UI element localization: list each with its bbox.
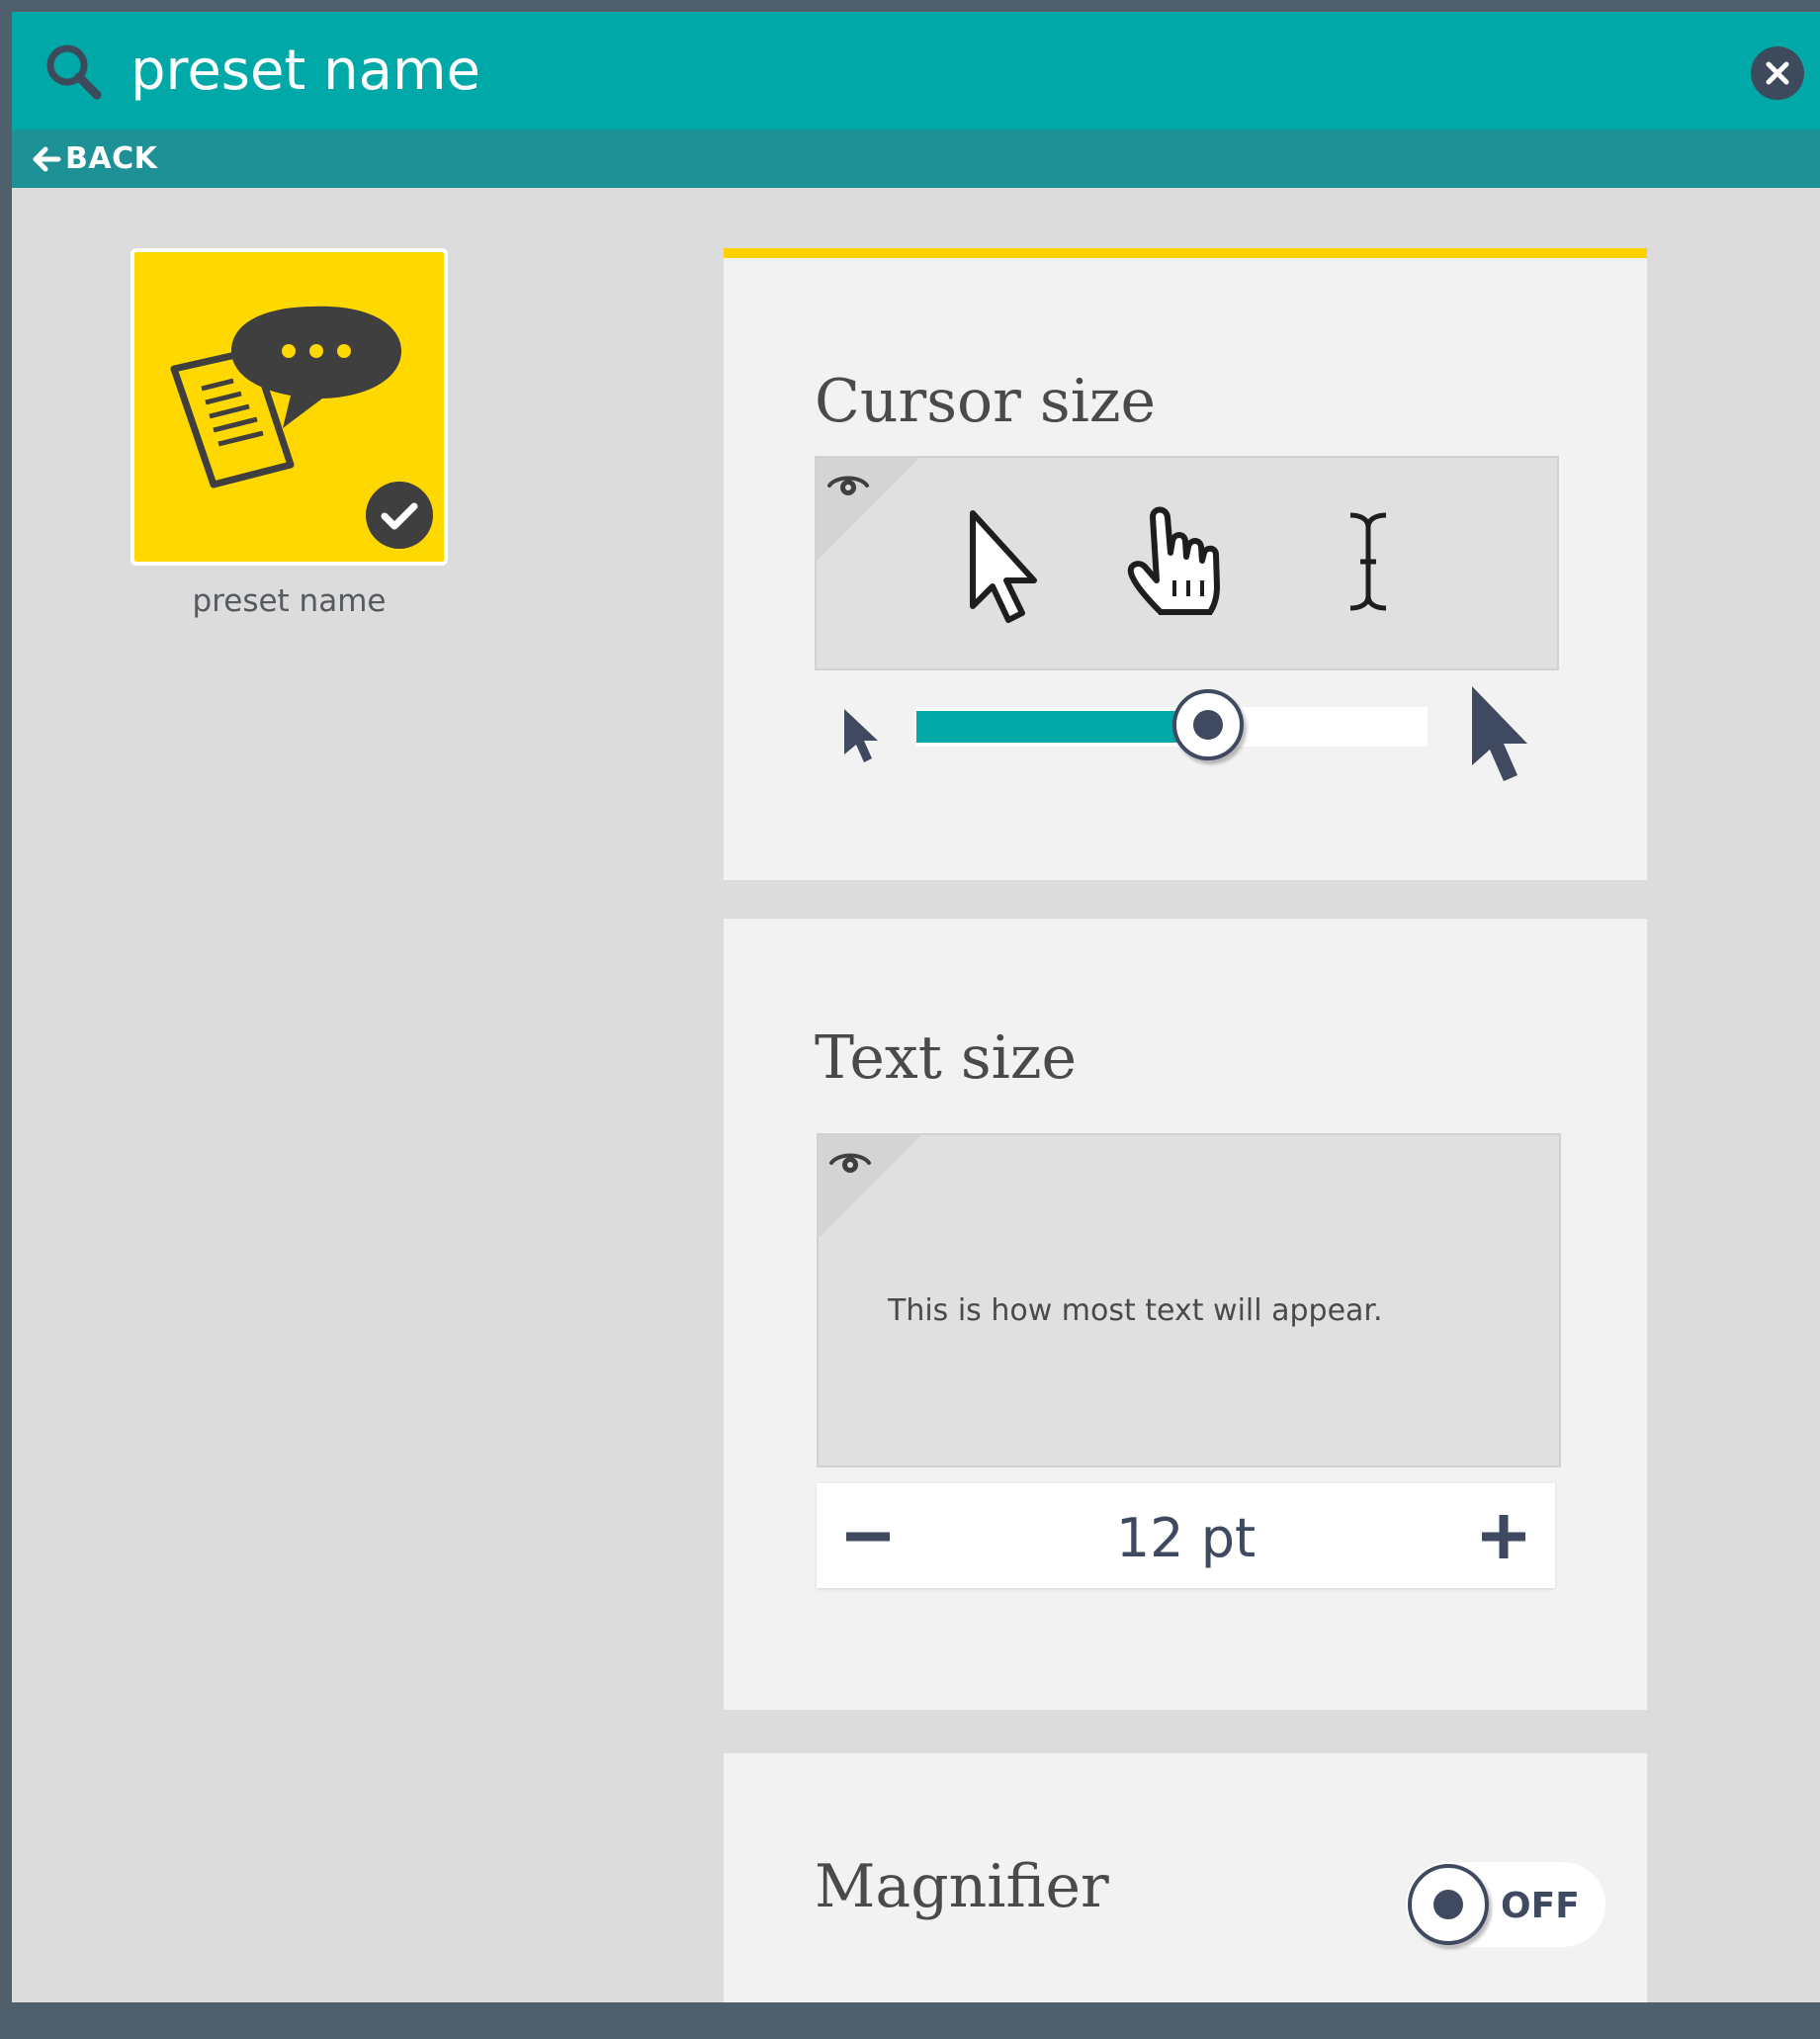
magnifier-title: Magnifier (815, 1852, 1109, 1921)
check-icon (366, 482, 433, 549)
preset-name: preset name (192, 583, 387, 619)
decrease-button[interactable] (840, 1509, 896, 1564)
eye-icon (827, 476, 869, 495)
clear-search-button[interactable] (1751, 46, 1804, 100)
magnifier-panel: Magnifier OFF (724, 1753, 1647, 2002)
cursor-size-slider[interactable] (916, 689, 1428, 760)
toggle-state-label: OFF (1501, 1886, 1580, 1926)
magnifier-toggle[interactable]: OFF (1406, 1862, 1605, 1947)
eye-icon (829, 1153, 871, 1173)
cursor-size-title: Cursor size (815, 367, 1156, 436)
text-size-title: Text size (815, 1023, 1077, 1093)
search-input[interactable] (130, 38, 1613, 103)
minus-icon (846, 1532, 890, 1542)
text-preview: This is how most text will appear. (817, 1133, 1561, 1467)
search-bar (12, 12, 1820, 130)
toggle-knob (1408, 1864, 1489, 1945)
text-size-value: 12 pt (1115, 1507, 1257, 1569)
small-cursor-icon (844, 709, 878, 762)
arrow-left-icon (33, 146, 61, 171)
search-icon (46, 44, 102, 100)
arrow-cursor-icon (970, 510, 1037, 623)
increase-button[interactable] (1476, 1509, 1531, 1564)
text-size-panel: Text size This is how most text will app… (724, 919, 1647, 1710)
slider-thumb[interactable] (1171, 689, 1244, 760)
cursor-size-panel: Cursor size (724, 248, 1647, 880)
preferences-window: BACK preset name Cursor size (12, 12, 1820, 2002)
plus-icon (1482, 1515, 1525, 1558)
slider-fill (916, 711, 1208, 743)
hand-cursor-icon (1127, 506, 1220, 615)
navigation-bar: BACK (12, 130, 1820, 188)
text-cursor-icon (1349, 512, 1387, 611)
preset-tile[interactable] (130, 248, 448, 566)
large-cursor-icon (1472, 686, 1527, 781)
cursor-preview (815, 456, 1559, 670)
sample-text: This is how most text will appear. (888, 1293, 1383, 1328)
close-icon (1766, 61, 1789, 85)
text-size-stepper: 12 pt (817, 1483, 1555, 1588)
back-button[interactable]: BACK (32, 130, 157, 188)
back-label: BACK (65, 141, 158, 176)
